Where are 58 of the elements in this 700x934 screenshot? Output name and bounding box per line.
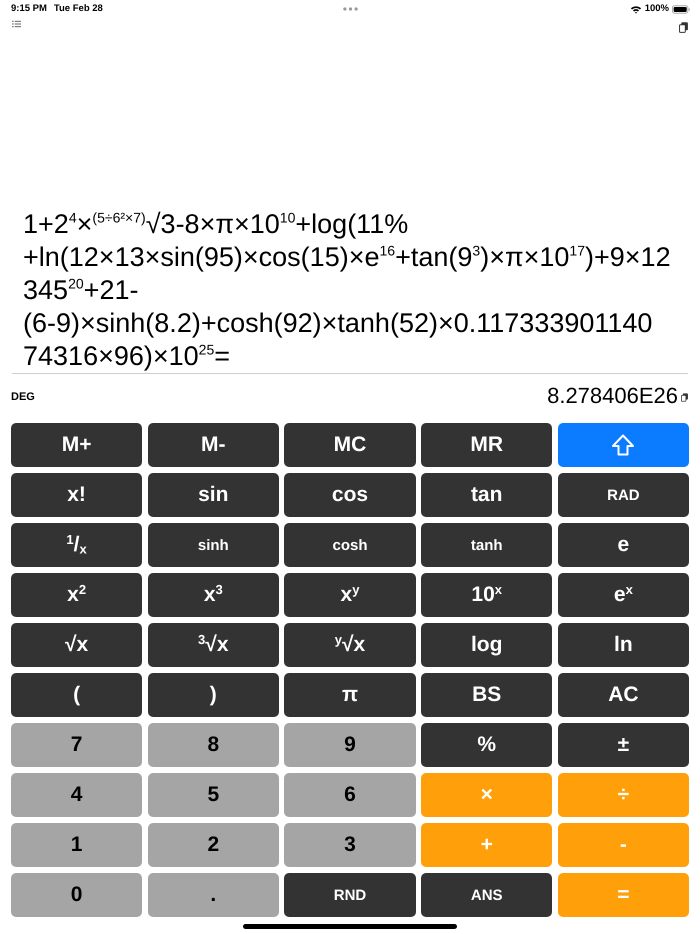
calculator-key[interactable]: 7 (11, 723, 142, 767)
calculator-key[interactable]: x$^{y}$ (284, 573, 416, 617)
calculator-key[interactable]: MR (421, 423, 552, 467)
calculator-key[interactable]: RND (284, 873, 416, 917)
calculator-key[interactable]: ln (558, 623, 689, 667)
calculator-key[interactable]: BS (421, 673, 552, 717)
battery-percent: 100% (644, 3, 669, 15)
calculator-key[interactable]: ± (558, 723, 689, 767)
calculator-key[interactable]: π (284, 673, 416, 717)
status-time: 9:15 PM (11, 3, 47, 15)
calculator-key[interactable]: e (558, 523, 689, 567)
calculator-key[interactable]: AC (558, 673, 689, 717)
calculator-key[interactable]: tan (421, 473, 552, 517)
calculator-key[interactable]: 5 (148, 773, 279, 817)
calculator-key[interactable]: √x (11, 623, 142, 667)
wifi-icon (630, 4, 642, 14)
battery-icon (672, 4, 690, 14)
three-dots-icon[interactable] (343, 7, 358, 11)
calculator-key[interactable]: log (421, 623, 552, 667)
copy-icon[interactable] (681, 393, 688, 402)
calculator-key[interactable]: x$^{2}$ (11, 573, 142, 617)
expression-text: 1+2$^{4}$×$^{(5÷6²×7)}$√3-8×π×10$^{10}$+log(11% +ln(12×13×sin(95)×cos(15)×e$^{16}$+tan(9$^{3}$)×π×10$^{17}$)+9×12 345$^{20}$+21- (6-9)×sinh(8.2)+cosh(92)×tanh(52)×0.117333901140 74316×96)×10$^{25}$= (23, 208, 672, 373)
calculator-key[interactable]: x! (11, 473, 142, 517)
calculator-key[interactable]: $^{y}$√x (284, 623, 416, 667)
calculator-key[interactable]: x$^{3}$ (148, 573, 279, 617)
calculator-key[interactable]: MC (284, 423, 416, 467)
list-icon[interactable] (12, 20, 21, 28)
calculator-key[interactable]: ANS (421, 873, 552, 917)
shift-arrow-icon (611, 433, 636, 457)
calculator-key[interactable]: tanh (421, 523, 552, 567)
calculator-key[interactable]: 8 (148, 723, 279, 767)
calculator-key[interactable]: M- (148, 423, 279, 467)
calculator-key[interactable]: ) (148, 673, 279, 717)
calculator-key[interactable]: 3 (284, 823, 416, 867)
calculator-key[interactable]: 1 (11, 823, 142, 867)
calculator-key[interactable]: e$^{x}$ (558, 573, 689, 617)
calculator-key[interactable]: $^{1}$/$_{x}$ (11, 523, 142, 567)
angle-mode-label: DEG (11, 391, 35, 403)
calculator-key[interactable]: 2 (148, 823, 279, 867)
calculator-key[interactable]: 9 (284, 723, 416, 767)
calculator-key[interactable]: M+ (11, 423, 142, 467)
calculator-key[interactable]: % (421, 723, 552, 767)
calculator-key[interactable]: sin (148, 473, 279, 517)
calculator-key[interactable]: 0 (11, 873, 142, 917)
copy-icon[interactable] (679, 22, 688, 32)
calculator-key[interactable]: cosh (284, 523, 416, 567)
result-value: 8.278406E26 (547, 383, 678, 409)
calculator-key[interactable]: ( (11, 673, 142, 717)
calculator-key[interactable]: sinh (148, 523, 279, 567)
calculator-key[interactable]: 10$^{x}$ (421, 573, 552, 617)
calculator-key[interactable]: 4 (11, 773, 142, 817)
calculator-key[interactable]: RAD (558, 473, 689, 517)
calculator-key[interactable] (558, 423, 689, 467)
calculator-key[interactable]: 6 (284, 773, 416, 817)
status-date: Tue Feb 28 (54, 3, 103, 15)
calculator-key[interactable]: $^{3}$√x (148, 623, 279, 667)
calculator-key[interactable]: cos (284, 473, 416, 517)
calculator-key[interactable]: . (148, 873, 279, 917)
